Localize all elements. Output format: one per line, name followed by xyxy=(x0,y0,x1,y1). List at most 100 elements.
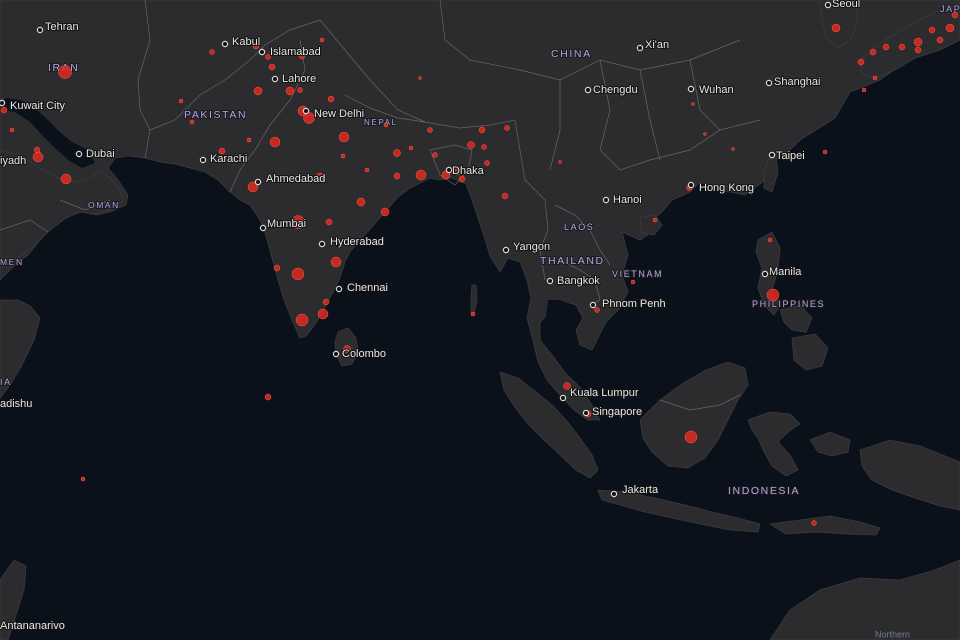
case-bubble[interactable] xyxy=(32,151,44,163)
case-bubble[interactable] xyxy=(882,43,890,51)
city-shanghai[interactable]: Shanghai xyxy=(765,75,822,89)
case-bubble[interactable] xyxy=(297,87,303,93)
city-dot-chennai[interactable] xyxy=(335,285,343,293)
case-bubble[interactable] xyxy=(340,153,346,159)
case-bubble[interactable] xyxy=(209,49,215,55)
case-bubble[interactable] xyxy=(831,23,841,33)
city-mogadishu[interactable]: adishu xyxy=(0,397,33,411)
case-bubble[interactable] xyxy=(467,141,475,149)
case-bubble[interactable] xyxy=(869,48,877,56)
case-bubble[interactable] xyxy=(432,152,438,158)
case-bubble[interactable] xyxy=(857,58,865,66)
case-bubble[interactable] xyxy=(415,169,427,181)
city-dot-kabul[interactable] xyxy=(221,40,229,48)
case-bubble[interactable] xyxy=(264,393,272,401)
case-bubble[interactable] xyxy=(691,102,695,106)
city-dot-bangkok[interactable] xyxy=(546,277,554,285)
city-dot-islamabad[interactable] xyxy=(258,48,266,56)
map-canvas[interactable]: IRAN PAKISTAN NEPAL CHINA OMAN MEN LAOS … xyxy=(0,0,960,640)
case-bubble[interactable] xyxy=(273,264,281,272)
city-kuala-lumpur[interactable]: Kuala Lumpur xyxy=(559,386,640,402)
city-dot-kuala-lumpur[interactable] xyxy=(559,394,567,402)
case-bubble[interactable] xyxy=(303,112,315,124)
case-bubble[interactable] xyxy=(393,149,401,157)
city-dot-mumbai[interactable] xyxy=(259,224,267,232)
case-bubble[interactable] xyxy=(684,430,698,444)
case-bubble[interactable] xyxy=(928,26,936,34)
case-bubble[interactable] xyxy=(269,136,281,148)
case-bubble[interactable] xyxy=(478,126,486,134)
city-dot-kuwait-city[interactable] xyxy=(0,99,6,107)
case-bubble[interactable] xyxy=(356,197,366,207)
case-bubble[interactable] xyxy=(295,313,309,327)
city-dot-dhaka[interactable] xyxy=(445,166,453,174)
case-bubble[interactable] xyxy=(914,46,922,54)
city-dot-seoul[interactable] xyxy=(824,1,832,9)
case-bubble[interactable] xyxy=(652,217,658,223)
city-kuwait-city[interactable]: Kuwait City xyxy=(0,99,67,113)
city-dot-manila[interactable] xyxy=(761,270,769,278)
case-bubble[interactable] xyxy=(58,65,72,79)
city-dot-ahmedabad[interactable] xyxy=(254,178,262,186)
case-bubble[interactable] xyxy=(470,311,476,317)
case-bubble[interactable] xyxy=(383,122,389,128)
case-bubble[interactable] xyxy=(246,137,252,143)
case-bubble[interactable] xyxy=(322,298,330,306)
case-bubble[interactable] xyxy=(325,218,333,226)
case-bubble[interactable] xyxy=(558,160,562,164)
case-bubble[interactable] xyxy=(327,95,335,103)
case-bubble[interactable] xyxy=(364,167,370,173)
city-dot-jakarta[interactable] xyxy=(610,490,618,498)
case-bubble[interactable] xyxy=(317,308,329,320)
case-bubble[interactable] xyxy=(936,36,944,44)
case-bubble[interactable] xyxy=(33,146,41,154)
city-ahmedabad[interactable]: Ahmedabad xyxy=(254,172,326,186)
case-bubble[interactable] xyxy=(285,86,295,96)
city-dot-taipei[interactable] xyxy=(768,151,776,159)
case-bubble[interactable] xyxy=(427,127,433,133)
city-manila[interactable]: Manila xyxy=(761,265,803,279)
city-mumbai[interactable]: Mumbai xyxy=(259,217,307,232)
case-bubble[interactable] xyxy=(861,87,867,93)
city-dot-lahore[interactable] xyxy=(271,75,279,83)
city-dot-dubai[interactable] xyxy=(75,150,83,158)
case-bubble[interactable] xyxy=(268,63,276,71)
city-colombo[interactable]: Colombo xyxy=(332,347,387,361)
case-bubble[interactable] xyxy=(393,172,401,180)
city-dot-wuhan[interactable] xyxy=(687,85,695,93)
city-dot-chengdu[interactable] xyxy=(584,86,592,94)
case-bubble[interactable] xyxy=(504,125,510,131)
case-bubble[interactable] xyxy=(703,132,707,136)
case-bubble[interactable] xyxy=(951,11,959,19)
city-dot-hanoi[interactable] xyxy=(602,196,610,204)
city-dot-phnom-penh[interactable] xyxy=(589,301,597,309)
case-bubble[interactable] xyxy=(338,131,350,143)
case-bubble[interactable] xyxy=(945,23,955,33)
city-singapore[interactable]: Singapore xyxy=(582,405,643,419)
city-dot-shanghai[interactable] xyxy=(765,79,773,87)
city-hong-kong[interactable]: Hong Kong xyxy=(687,181,755,195)
case-bubble[interactable] xyxy=(408,145,414,151)
city-dot-new-delhi[interactable] xyxy=(302,107,310,115)
city-dot-colombo[interactable] xyxy=(332,350,340,358)
city-riyadh[interactable]: iyadh xyxy=(0,154,27,168)
case-bubble[interactable] xyxy=(319,37,325,43)
case-bubble[interactable] xyxy=(501,192,509,200)
city-antananarivo[interactable]: Antananarivo xyxy=(0,619,66,633)
city-dot-hyderabad[interactable] xyxy=(318,240,326,248)
case-bubble[interactable] xyxy=(731,147,735,151)
city-dhaka[interactable]: Dhaka xyxy=(445,164,486,178)
case-bubble[interactable] xyxy=(594,307,600,313)
case-bubble[interactable] xyxy=(630,279,636,285)
case-bubble[interactable] xyxy=(822,149,828,155)
city-northern[interactable]: Northern xyxy=(875,629,910,639)
city-dot-hong-kong[interactable] xyxy=(687,181,695,189)
case-bubble[interactable] xyxy=(811,520,817,526)
case-bubble[interactable] xyxy=(913,37,923,47)
case-bubble[interactable] xyxy=(0,106,8,114)
city-hyderabad[interactable]: Hyderabad xyxy=(318,235,385,249)
city-dot-karachi[interactable] xyxy=(199,156,207,164)
city-dot-singapore[interactable] xyxy=(582,409,590,417)
city-phnom-penh[interactable]: Phnom Penh xyxy=(589,297,667,311)
case-bubble[interactable] xyxy=(767,237,773,243)
